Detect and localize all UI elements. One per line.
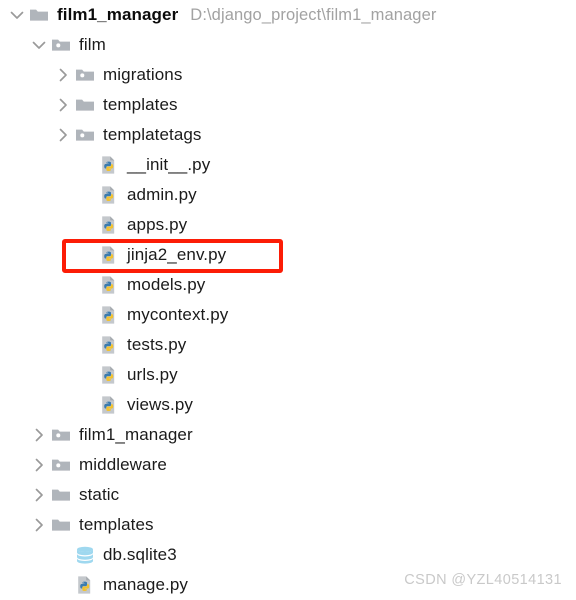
tree-row[interactable]: db.sqlite3 [0, 540, 576, 570]
tree-row[interactable]: urls.py [0, 360, 576, 390]
folder-source-root-icon [50, 424, 72, 446]
python-file-icon [98, 184, 120, 206]
tree-item-label: apps.py [127, 215, 188, 234]
database-file-icon [74, 544, 96, 566]
chevron-down-icon-svg [32, 41, 46, 49]
tree-row[interactable]: admin.py [0, 180, 576, 210]
tree-row[interactable]: templatetags [0, 120, 576, 150]
chevron-right-icon-svg [59, 128, 67, 142]
tree-item-label: film1_manager [79, 425, 193, 444]
project-tree[interactable]: film1_manager D:\django_project\film1_man… [0, 0, 576, 597]
chevron-right-icon-svg [59, 98, 67, 112]
python-file-icon [98, 334, 120, 356]
tree-item-path: D:\django_project\film1_manager [190, 5, 437, 24]
tree-item-label: templates [103, 95, 178, 114]
tree-row[interactable]: static [0, 480, 576, 510]
chevron-right-icon[interactable] [28, 514, 50, 536]
tree-item-label: film [79, 35, 106, 54]
chevron-right-icon-svg [35, 428, 43, 442]
tree-item-label: models.py [127, 275, 206, 294]
folder-icon [74, 94, 96, 116]
tree-item-label: admin.py [127, 185, 197, 204]
chevron-right-icon[interactable] [28, 454, 50, 476]
tree-item-label: urls.py [127, 365, 178, 384]
folder-icon [50, 484, 72, 506]
python-file-icon [98, 364, 120, 386]
tree-row[interactable]: tests.py [0, 330, 576, 360]
tree-item-label: manage.py [103, 575, 189, 594]
folder-icon [28, 4, 50, 26]
folder-source-root-icon [74, 124, 96, 146]
tree-item-label: templatetags [103, 125, 202, 144]
chevron-right-icon[interactable] [28, 484, 50, 506]
chevron-down-icon[interactable] [6, 4, 28, 26]
chevron-down-icon[interactable] [28, 34, 50, 56]
python-file-icon [98, 214, 120, 236]
tree-row[interactable]: __init__.py [0, 150, 576, 180]
chevron-right-icon[interactable] [52, 94, 74, 116]
tree-row[interactable]: apps.py [0, 210, 576, 240]
tree-item-label: db.sqlite3 [103, 545, 177, 564]
tree-item-label: static [79, 485, 120, 504]
folder-icon [50, 514, 72, 536]
chevron-right-icon-svg [35, 458, 43, 472]
tree-item-label: __init__.py [127, 155, 211, 174]
python-file-icon [98, 304, 120, 326]
tree-row[interactable]: views.py [0, 390, 576, 420]
python-file-icon [98, 274, 120, 296]
tree-item-label: migrations [103, 65, 183, 84]
tree-item-label: tests.py [127, 335, 187, 354]
tree-row[interactable]: templates [0, 510, 576, 540]
python-file-icon [98, 394, 120, 416]
tree-row[interactable]: mycontext.py [0, 300, 576, 330]
python-file-icon [74, 574, 96, 596]
python-file-icon [98, 154, 120, 176]
tree-row[interactable]: film1_manager [0, 420, 576, 450]
chevron-right-icon[interactable] [52, 124, 74, 146]
tree-row[interactable]: templates [0, 90, 576, 120]
chevron-right-icon-svg [59, 68, 67, 82]
tree-row[interactable]: middleware [0, 450, 576, 480]
chevron-right-icon-svg [35, 518, 43, 532]
tree-row[interactable]: film [0, 30, 576, 60]
folder-source-root-icon [50, 34, 72, 56]
tree-item-label: templates [79, 515, 154, 534]
tree-item-label: film1_manager [57, 5, 179, 24]
chevron-right-icon-svg [35, 488, 43, 502]
tree-item-label: views.py [127, 395, 193, 414]
tree-row[interactable]: migrations [0, 60, 576, 90]
python-file-icon [98, 244, 120, 266]
tree-row[interactable]: models.py [0, 270, 576, 300]
tree-item-label: jinja2_env.py [127, 245, 227, 264]
chevron-down-icon-svg [10, 11, 24, 19]
folder-source-root-icon [74, 64, 96, 86]
folder-source-root-icon [50, 454, 72, 476]
tree-item-label: middleware [79, 455, 167, 474]
tree-row[interactable]: film1_manager D:\django_project\film1_man… [0, 0, 576, 30]
tree-item-label: mycontext.py [127, 305, 229, 324]
chevron-right-icon[interactable] [52, 64, 74, 86]
watermark-text: CSDN @YZL40514131 [404, 572, 562, 588]
tree-row[interactable]: jinja2_env.py [0, 240, 576, 270]
chevron-right-icon[interactable] [28, 424, 50, 446]
